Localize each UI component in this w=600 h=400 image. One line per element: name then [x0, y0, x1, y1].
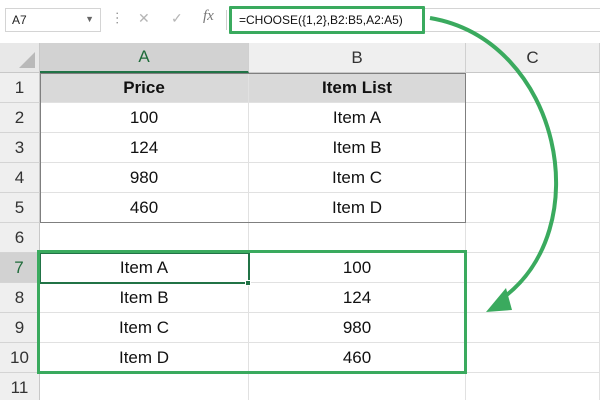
row-header-1[interactable]: 1 — [0, 73, 40, 103]
select-all-triangle-icon — [19, 52, 35, 68]
cell-c6[interactable] — [466, 223, 600, 253]
chevron-down-icon[interactable]: ▼ — [85, 14, 94, 24]
column-header-a[interactable]: A — [40, 43, 249, 73]
check-icon[interactable]: ✓ — [171, 10, 183, 27]
cell-a4[interactable]: 980 — [40, 163, 249, 193]
cell-a6[interactable] — [40, 223, 249, 253]
cell-b7[interactable]: 100 — [249, 253, 466, 283]
cell-c4[interactable] — [466, 163, 600, 193]
cell-a1[interactable]: Price — [40, 73, 249, 103]
formula-bar-divider — [226, 10, 227, 30]
formula-highlight-box — [229, 6, 425, 34]
cell-a5[interactable]: 460 — [40, 193, 249, 223]
row-header-9[interactable]: 9 — [0, 313, 40, 343]
row-header-11[interactable]: 11 — [0, 373, 40, 400]
row-header-3[interactable]: 3 — [0, 133, 40, 163]
column-header-b[interactable]: B — [249, 43, 466, 73]
row-header-10[interactable]: 10 — [0, 343, 40, 373]
more-options-icon[interactable]: ⋯ — [109, 11, 126, 24]
cell-c1[interactable] — [466, 73, 600, 103]
cell-c10[interactable] — [466, 343, 600, 373]
cell-b11[interactable] — [249, 373, 466, 400]
cell-b10[interactable]: 460 — [249, 343, 466, 373]
cell-a2[interactable]: 100 — [40, 103, 249, 133]
x-icon[interactable]: ✕ — [138, 10, 150, 27]
cell-c5[interactable] — [466, 193, 600, 223]
row-header-5[interactable]: 5 — [0, 193, 40, 223]
cell-b6[interactable] — [249, 223, 466, 253]
name-box[interactable]: A7 ▼ — [5, 8, 101, 32]
row-header-6[interactable]: 6 — [0, 223, 40, 253]
cell-a7[interactable]: Item A — [40, 253, 249, 283]
cell-c2[interactable] — [466, 103, 600, 133]
cell-c8[interactable] — [466, 283, 600, 313]
row-header-4[interactable]: 4 — [0, 163, 40, 193]
cell-a3[interactable]: 124 — [40, 133, 249, 163]
cell-b5[interactable]: Item D — [249, 193, 466, 223]
row-header-2[interactable]: 2 — [0, 103, 40, 133]
formula-bar-area: A7 ▼ ⋯ ✕ ✓ fx =CHOOSE({1,2},B2:B5,A2:A5) — [0, 0, 600, 42]
cell-b4[interactable]: Item C — [249, 163, 466, 193]
cell-b9[interactable]: 980 — [249, 313, 466, 343]
cell-a10[interactable]: Item D — [40, 343, 249, 373]
name-box-value: A7 — [12, 13, 27, 27]
cell-a11[interactable] — [40, 373, 249, 400]
spreadsheet-grid: A B C 1 2 3 4 5 6 7 8 9 10 11 Price Item… — [0, 43, 600, 400]
cell-b8[interactable]: 124 — [249, 283, 466, 313]
cell-c11[interactable] — [466, 373, 600, 400]
cell-c3[interactable] — [466, 133, 600, 163]
cell-b1[interactable]: Item List — [249, 73, 466, 103]
fill-handle[interactable] — [245, 280, 251, 286]
cell-c7[interactable] — [466, 253, 600, 283]
row-header-8[interactable]: 8 — [0, 283, 40, 313]
insert-function-button[interactable]: fx — [203, 8, 214, 25]
select-all-button[interactable] — [0, 43, 40, 73]
cell-b2[interactable]: Item A — [249, 103, 466, 133]
cell-c9[interactable] — [466, 313, 600, 343]
column-header-c[interactable]: C — [466, 43, 600, 73]
cell-a9[interactable]: Item C — [40, 313, 249, 343]
cell-a8[interactable]: Item B — [40, 283, 249, 313]
row-header-7[interactable]: 7 — [0, 253, 40, 283]
cell-b3[interactable]: Item B — [249, 133, 466, 163]
